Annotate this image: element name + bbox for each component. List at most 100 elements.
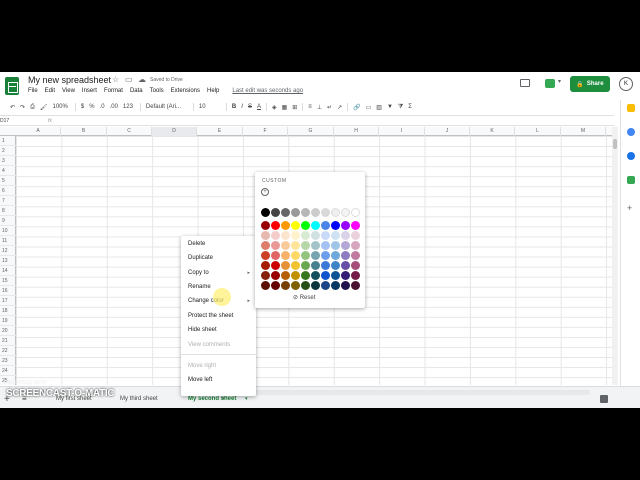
row-header[interactable]: 20 <box>0 326 16 336</box>
tab-dropdown-icon[interactable]: ▾ <box>245 396 248 402</box>
menu-item-duplicate[interactable]: Duplicate <box>188 255 213 261</box>
color-swatch[interactable] <box>321 261 330 270</box>
menu-item-move-left[interactable]: Move left <box>188 377 212 383</box>
merge-cells-icon[interactable]: ⊞ <box>292 104 297 111</box>
color-swatch[interactable] <box>311 221 320 230</box>
color-swatch[interactable] <box>291 251 300 260</box>
reset-color-button[interactable]: ⊘ Reset <box>293 294 315 301</box>
color-swatch[interactable] <box>301 241 310 250</box>
color-swatch[interactable] <box>341 271 350 280</box>
color-swatch[interactable] <box>281 208 290 217</box>
color-swatch[interactable] <box>281 251 290 260</box>
column-header[interactable]: E <box>197 127 243 136</box>
row-header[interactable]: 11 <box>0 236 16 246</box>
color-swatch[interactable] <box>341 231 350 240</box>
color-swatch[interactable] <box>271 251 280 260</box>
row-header[interactable]: 18 <box>0 306 16 316</box>
row-header[interactable]: 12 <box>0 246 16 256</box>
color-swatch[interactable] <box>261 208 270 217</box>
redo-icon[interactable]: ↷ <box>20 104 25 111</box>
row-header[interactable]: 23 <box>0 356 16 366</box>
add-custom-color-icon[interactable]: + <box>261 188 269 196</box>
row-header[interactable]: 3 <box>0 156 16 166</box>
color-swatch[interactable] <box>271 231 280 240</box>
color-swatch[interactable] <box>351 261 360 270</box>
column-header[interactable]: D <box>152 127 197 136</box>
color-swatch[interactable] <box>321 251 330 260</box>
more-formats-button[interactable]: 123 <box>123 104 135 110</box>
color-swatch[interactable] <box>291 221 300 230</box>
row-header[interactable]: 22 <box>0 346 16 356</box>
contacts-icon[interactable] <box>627 152 635 160</box>
name-box[interactable]: D17 <box>0 118 40 124</box>
scrollbar-thumb[interactable] <box>613 139 617 149</box>
maps-icon[interactable] <box>627 176 635 184</box>
color-swatch[interactable] <box>291 231 300 240</box>
percent-format-button[interactable]: % <box>89 104 94 110</box>
insert-chart-icon[interactable]: ▥ <box>376 104 382 111</box>
row-header[interactable]: 24 <box>0 366 16 376</box>
color-swatch[interactable] <box>331 241 340 250</box>
tab-my-third-sheet[interactable]: My third sheet <box>120 396 158 402</box>
color-swatch[interactable] <box>351 221 360 230</box>
color-swatch[interactable] <box>291 241 300 250</box>
color-swatch[interactable] <box>311 231 320 240</box>
row-header[interactable]: 5 <box>0 176 16 186</box>
sheets-logo-icon[interactable] <box>5 77 19 95</box>
row-header[interactable]: 16 <box>0 286 16 296</box>
menu-item-rename[interactable]: Rename <box>188 284 211 290</box>
color-swatch[interactable] <box>311 208 320 217</box>
column-header[interactable]: I <box>379 127 425 136</box>
row-header[interactable]: 21 <box>0 336 16 346</box>
add-on-plus-icon[interactable]: + <box>627 204 635 213</box>
zoom-select[interactable]: 100% <box>53 104 70 110</box>
explore-icon[interactable] <box>600 395 608 403</box>
color-swatch[interactable] <box>301 271 310 280</box>
color-swatch[interactable] <box>321 208 330 217</box>
color-swatch[interactable] <box>321 231 330 240</box>
undo-icon[interactable]: ↶ <box>10 104 15 111</box>
menu-item-hide-sheet[interactable]: Hide sheet <box>188 327 217 333</box>
color-swatch[interactable] <box>341 261 350 270</box>
menu-tools[interactable]: Tools <box>150 88 164 94</box>
color-swatch[interactable] <box>351 241 360 250</box>
color-swatch[interactable] <box>271 271 280 280</box>
color-swatch[interactable] <box>291 208 300 217</box>
menu-data[interactable]: Data <box>130 88 143 94</box>
document-title[interactable]: My new spreadsheet <box>28 75 111 85</box>
color-swatch[interactable] <box>341 241 350 250</box>
column-header[interactable]: C <box>107 127 152 136</box>
color-swatch[interactable] <box>331 231 340 240</box>
color-swatch[interactable] <box>351 281 360 290</box>
color-swatch[interactable] <box>311 241 320 250</box>
color-swatch[interactable] <box>271 281 280 290</box>
color-swatch[interactable] <box>311 251 320 260</box>
vertical-align-icon[interactable]: ⊥ <box>317 104 322 111</box>
color-swatch[interactable] <box>261 231 270 240</box>
tab-my-second-sheet[interactable]: My second sheet <box>188 396 236 402</box>
color-swatch[interactable] <box>281 281 290 290</box>
font-select[interactable]: Default (Ari... <box>146 104 188 110</box>
column-header[interactable]: M <box>561 127 606 136</box>
share-button[interactable]: 🔒 Share <box>570 76 610 92</box>
color-swatch[interactable] <box>281 271 290 280</box>
color-swatch[interactable] <box>341 251 350 260</box>
column-header[interactable]: B <box>61 127 107 136</box>
row-header[interactable]: 4 <box>0 166 16 176</box>
menu-insert[interactable]: Insert <box>82 88 97 94</box>
color-swatch[interactable] <box>261 261 270 270</box>
text-wrap-icon[interactable]: ↵ <box>327 104 332 111</box>
row-header[interactable]: 19 <box>0 316 16 326</box>
color-swatch[interactable] <box>321 271 330 280</box>
column-header[interactable]: G <box>288 127 334 136</box>
color-swatch[interactable] <box>281 261 290 270</box>
column-header[interactable]: F <box>243 127 288 136</box>
meet-dropdown-icon[interactable]: ▾ <box>558 78 561 85</box>
star-icon[interactable]: ☆ <box>112 75 119 84</box>
paint-format-icon[interactable]: 🖌 <box>40 104 48 111</box>
menu-item-delete[interactable]: Delete <box>188 241 205 247</box>
color-swatch[interactable] <box>261 221 270 230</box>
avatar[interactable]: K <box>619 77 633 91</box>
column-header[interactable]: L <box>515 127 561 136</box>
decrease-decimal-button[interactable]: .0 <box>100 104 105 110</box>
